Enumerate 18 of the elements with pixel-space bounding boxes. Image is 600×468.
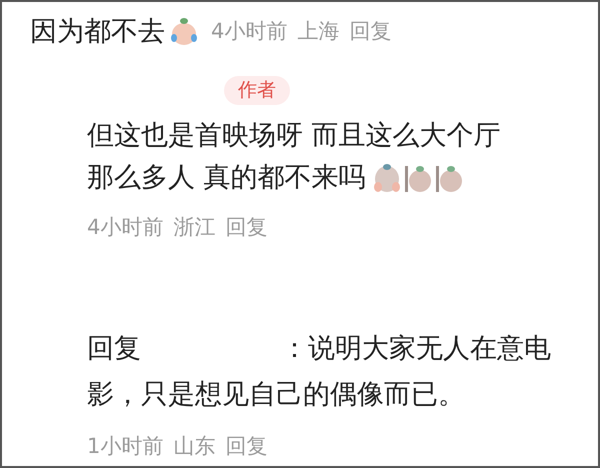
comment-text: 因为都不去 — [30, 18, 165, 44]
sticker-icon — [434, 163, 464, 193]
reply-link[interactable]: 回复 — [225, 436, 268, 457]
comment-location: 山东 — [173, 436, 216, 457]
comment-location: 浙江 — [173, 217, 216, 238]
comment-time: 1小时前 — [87, 436, 164, 457]
reply-link[interactable]: 回复 — [349, 20, 392, 42]
sticker-icon — [402, 163, 433, 193]
sticker-icon — [169, 16, 199, 46]
comment-text: 但这也是首映场呀 而且这么大个厅 — [87, 119, 501, 153]
comment-time: 4小时前 — [87, 217, 164, 238]
author-badge: 作者 — [224, 76, 290, 105]
reply-link[interactable]: 回复 — [225, 217, 268, 238]
comment-text: 那么多人 真的都不来吗 — [87, 161, 366, 195]
sticker-icon — [372, 163, 402, 193]
reply-text: 回复 ：说明大家无人在意电影，只是想见自己的偶像而已。 — [87, 332, 552, 412]
comment-time: 4小时前 — [211, 20, 288, 42]
comment-location: 上海 — [297, 20, 340, 42]
